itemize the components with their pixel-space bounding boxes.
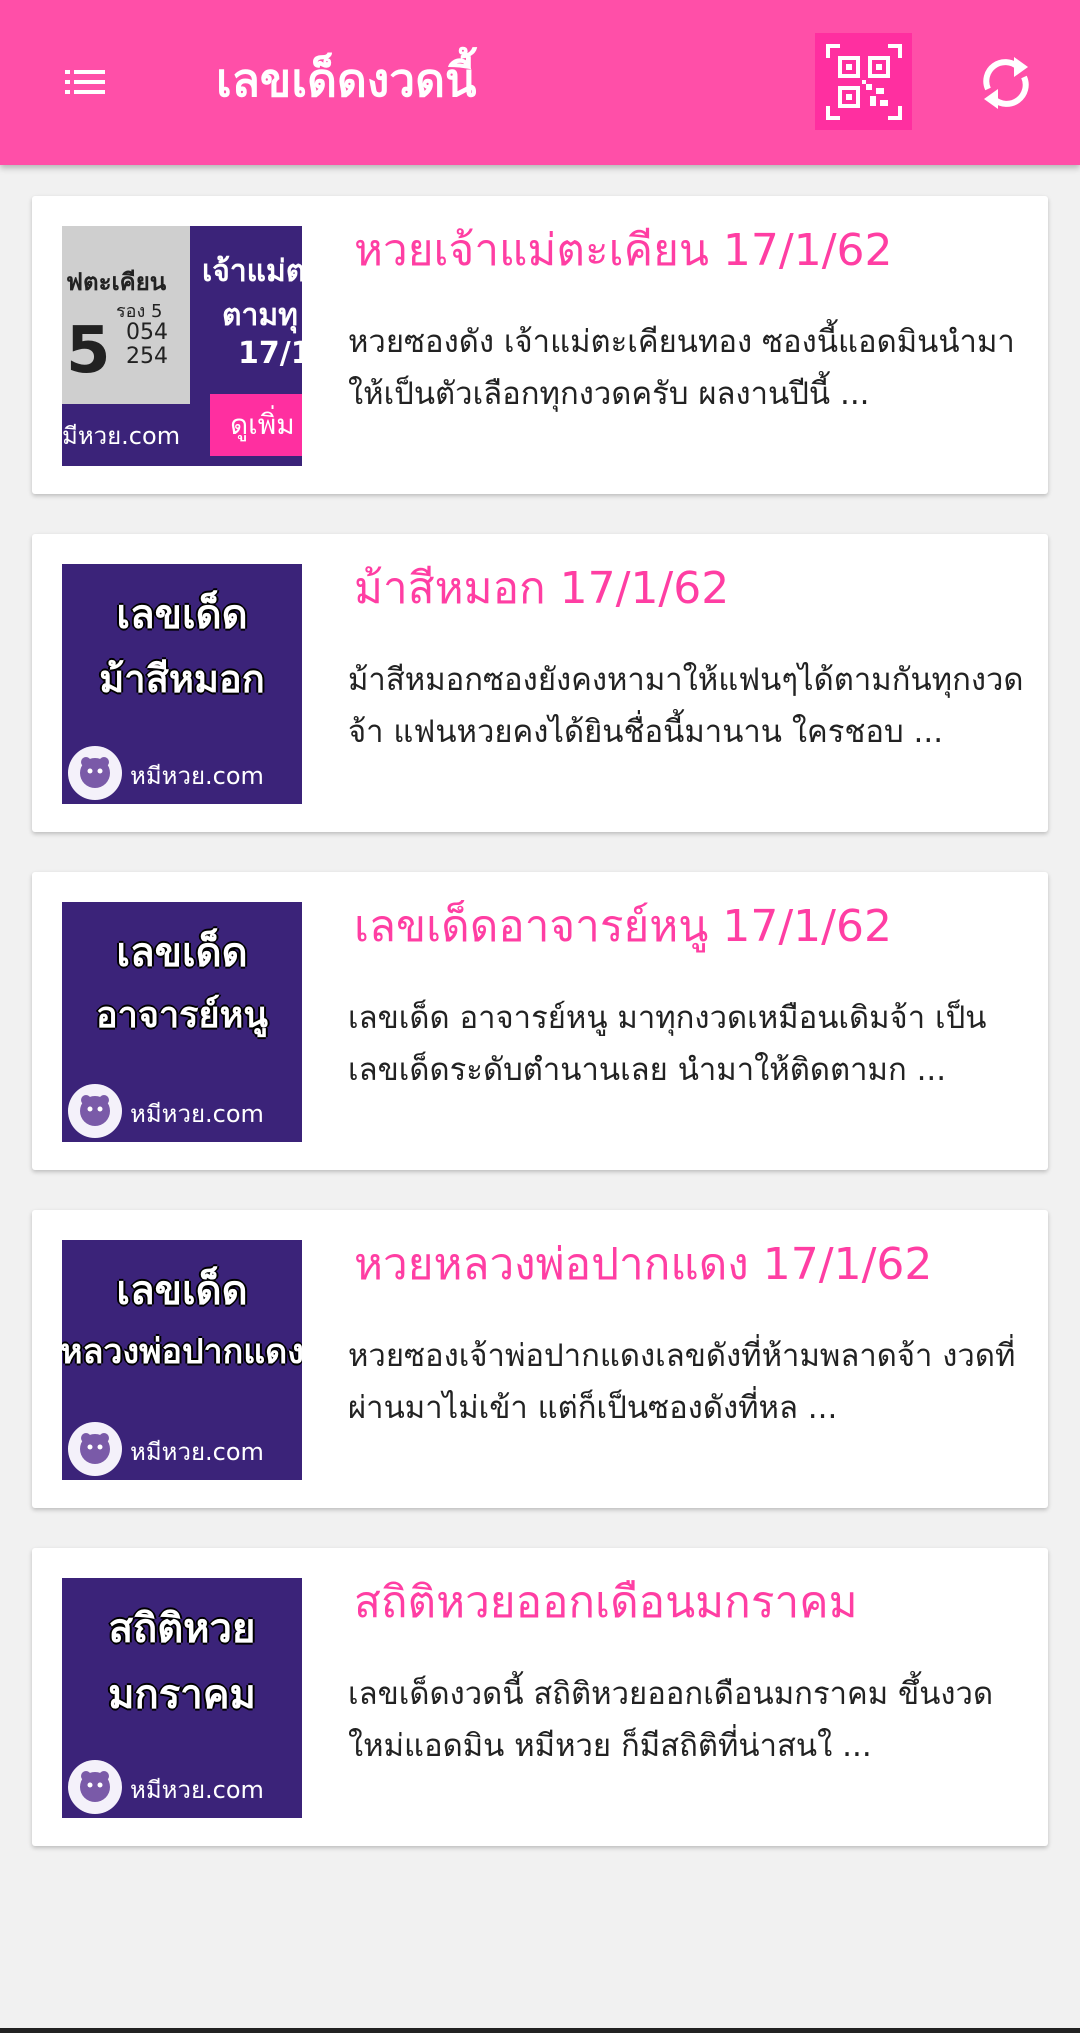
bear-logo-icon	[68, 1422, 122, 1476]
post-card[interactable]: สถิติหวย มกราคม หมีหวย.com สถิติหวยออกเด…	[32, 1548, 1048, 1846]
post-thumbnail: เลขเด็ด ม้าสีหมอก หมีหวย.com	[62, 564, 302, 804]
app-bar: เลขเด็ดงวดนี้	[0, 0, 1080, 165]
thumb-text: ดูเพิ่ม	[210, 394, 302, 456]
post-description: หวยซองเจ้าพ่อปากแดงเลขดังที่ห้ามพลาดจ้า …	[348, 1330, 1028, 1434]
post-description: เลขเด็ด อาจารย์หนู มาทุกงวดเหมือนเดิมจ้า…	[348, 992, 1028, 1096]
thumb-text: เลขเด็ด	[116, 1268, 248, 1314]
refresh-icon	[983, 57, 1029, 109]
thumb-text: ม้าสีหมอก	[99, 657, 265, 701]
thumb-brand: หมีหวย.com	[130, 1100, 264, 1128]
post-description: ม้าสีหมอกซองยังคงหามาให้แฟนๆได้ตามกันทุก…	[348, 654, 1028, 758]
bear-logo-icon	[68, 746, 122, 800]
post-title: หวยหลวงพ่อปากแดง 17/1/62	[354, 1239, 933, 1290]
thumb-brand: มีหวย.com	[62, 422, 181, 450]
qr-scan-button[interactable]	[815, 33, 912, 130]
thumb-text: ตามทุ	[222, 298, 298, 333]
post-card[interactable]: เลขเด็ด หลวงพ่อปากแดง หมีหวย.com หวยหลวง…	[32, 1210, 1048, 1508]
lottery-ticket-photo: ฟตะเคียน 5 รอง 5 054 254	[62, 226, 190, 404]
post-description-line: ใหม่แอดมิน หมีหวย ก็มีสถิติที่น่าสนใ ...	[348, 1728, 872, 1764]
thumb-text: มกราคม	[108, 1672, 256, 1718]
app-title: เลขเด็ดงวดนี้	[216, 53, 477, 107]
thumb-text: สถิติหวย	[108, 1606, 256, 1652]
bear-logo-icon	[68, 1760, 122, 1814]
post-description-line: เลขเด็ดงวดนี้ สถิติหวยออกเดือนมกราคม ขึ้…	[348, 1676, 994, 1712]
post-description-line: หวยซองดัง เจ้าแม่ตะเคียนทอง ซองนี้แอดมิน…	[348, 324, 1015, 360]
thumb-text: 17/1	[238, 336, 302, 371]
thumb-text: อาจารย์หนู	[96, 995, 268, 1036]
bear-logo-icon	[68, 1084, 122, 1138]
post-title: ม้าสีหมอก 17/1/62	[354, 563, 730, 614]
thumb-brand: หมีหวย.com	[130, 1438, 264, 1466]
menu-button[interactable]	[55, 52, 115, 112]
qr-code-icon	[825, 43, 902, 120]
thumb-text: เลขเด็ด	[116, 930, 248, 976]
menu-icon	[65, 70, 105, 94]
thumb-text: เลขเด็ด	[116, 592, 248, 638]
post-description-line: เลขเด็ด อาจารย์หนู มาทุกงวดเหมือนเดิมจ้า…	[348, 1000, 987, 1036]
post-title: สถิติหวยออกเดือนมกราคม	[354, 1577, 858, 1628]
post-thumbnail: สถิติหวย มกราคม หมีหวย.com	[62, 1578, 302, 1818]
post-description: เลขเด็ดงวดนี้ สถิติหวยออกเดือนมกราคม ขึ้…	[348, 1668, 1028, 1772]
post-description-line: ผ่านมาไม่เข้า แต่ก็เป็นซองดังที่หล ...	[348, 1390, 838, 1426]
post-description-line: ให้เป็นตัวเลือกทุกงวดครับ ผลงานปีนี้ ...	[348, 376, 870, 412]
thumb-text: 5	[66, 314, 111, 388]
post-description-line: ม้าสีหมอกซองยังคงหามาให้แฟนๆได้ตามกันทุก…	[348, 662, 1024, 698]
system-nav-bar	[0, 2028, 1080, 2033]
post-thumbnail: เลขเด็ด หลวงพ่อปากแดง หมีหวย.com	[62, 1240, 302, 1480]
thumb-text: 254	[126, 344, 168, 369]
post-title: หวยเจ้าแม่ตะเคียน 17/1/62	[354, 225, 893, 276]
thumb-text: หลวงพ่อปากแดง	[62, 1332, 302, 1372]
post-card[interactable]: ฟตะเคียน 5 รอง 5 054 254 เจ้าแม่ต ตามทุ …	[32, 196, 1048, 494]
post-title: เลขเด็ดอาจารย์หนู 17/1/62	[354, 901, 892, 952]
post-thumbnail: ฟตะเคียน 5 รอง 5 054 254 เจ้าแม่ต ตามทุ …	[62, 226, 302, 466]
thumb-text: เจ้าแม่ต	[202, 254, 302, 289]
post-card[interactable]: เลขเด็ด อาจารย์หนู หมีหวย.com เลขเด็ดอาจ…	[32, 872, 1048, 1170]
thumb-brand: หมีหวย.com	[130, 762, 264, 790]
post-card[interactable]: เลขเด็ด ม้าสีหมอก หมีหวย.com ม้าสีหมอก 1…	[32, 534, 1048, 832]
post-thumbnail: เลขเด็ด อาจารย์หนู หมีหวย.com	[62, 902, 302, 1142]
post-description-line: เลขเด็ดระดับตำนานเลย นำมาให้ติดตามก ...	[348, 1052, 947, 1088]
post-description-line: หวยซองเจ้าพ่อปากแดงเลขดังที่ห้ามพลาดจ้า …	[348, 1338, 1016, 1374]
post-description-line: จ้า แฟนหวยคงได้ยินชื่อนี้มานาน ใครชอบ ..…	[348, 714, 944, 750]
refresh-button[interactable]	[970, 47, 1042, 119]
thumb-text: 054	[126, 320, 168, 345]
post-description: หวยซองดัง เจ้าแม่ตะเคียนทอง ซองนี้แอดมิน…	[348, 316, 1028, 420]
thumb-brand: หมีหวย.com	[130, 1776, 264, 1804]
